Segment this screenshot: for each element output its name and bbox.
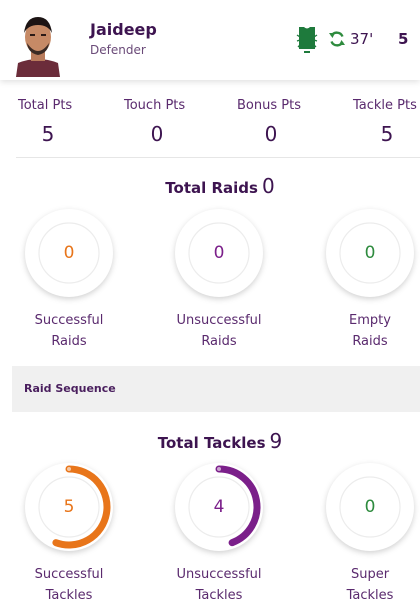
substitution-icon	[328, 30, 346, 48]
total-tackles-heading: Total Tackles 9	[0, 429, 420, 453]
unsuccessful-tackles-value: 4	[213, 497, 225, 517]
successful-tackles-label: Successful Tackles	[34, 567, 104, 603]
super-tackles-ring: 0	[324, 461, 416, 553]
raid-sequence-toggle[interactable]: Raid Sequence	[12, 366, 420, 412]
empty-raids-label: Empty Raids	[349, 313, 391, 349]
player-name: Jaideep	[90, 20, 157, 39]
total-raids-title: Total Raids	[165, 179, 258, 197]
empty-raids-ring: 0	[324, 207, 416, 299]
unsuccessful-raids-ring: 0	[173, 207, 265, 299]
minutes-played: 37'	[350, 30, 374, 48]
touch-pts-value: 0	[150, 122, 164, 146]
total-pts-value: 5	[41, 122, 55, 146]
super-tackles-label: Super Tackles	[346, 567, 394, 603]
player-header: Jaideep Defender 37' 5	[0, 0, 420, 80]
successful-raids-ring: 0	[23, 207, 115, 299]
total-raids-heading: Total Raids 0	[0, 174, 420, 198]
total-pts-label: Total Pts	[18, 98, 73, 113]
successful-raids-value: 0	[63, 243, 75, 263]
touch-pts-label: Touch Pts	[124, 98, 186, 113]
bonus-pts-label: Bonus Pts	[237, 98, 301, 113]
total-tackles-title: Total Tackles	[157, 434, 266, 452]
divider	[16, 157, 420, 158]
successful-raids-label: Successful Raids	[34, 313, 104, 349]
super-tackles-value: 0	[364, 497, 376, 517]
player-position: Defender	[90, 43, 146, 57]
jersey-number: 5	[398, 30, 409, 48]
empty-raids-value: 0	[364, 243, 376, 263]
bonus-pts-value: 0	[264, 122, 278, 146]
unsuccessful-tackles-label: Unsuccessful Tackles	[176, 567, 262, 603]
raid-sequence-label: Raid Sequence	[24, 382, 116, 395]
successful-tackles-ring: 5	[23, 461, 115, 553]
tackle-pts-label: Tackle Pts	[353, 98, 417, 113]
unsuccessful-raids-label: Unsuccessful Raids	[176, 313, 262, 349]
tackle-pts-value: 5	[380, 122, 394, 146]
player-avatar	[14, 11, 62, 77]
total-tackles-count: 9	[269, 429, 283, 453]
unsuccessful-raids-value: 0	[213, 243, 225, 263]
unsuccessful-tackles-ring: 4	[173, 461, 265, 553]
jersey-icon	[296, 25, 318, 53]
total-raids-count: 0	[261, 174, 275, 198]
successful-tackles-value: 5	[63, 497, 75, 517]
